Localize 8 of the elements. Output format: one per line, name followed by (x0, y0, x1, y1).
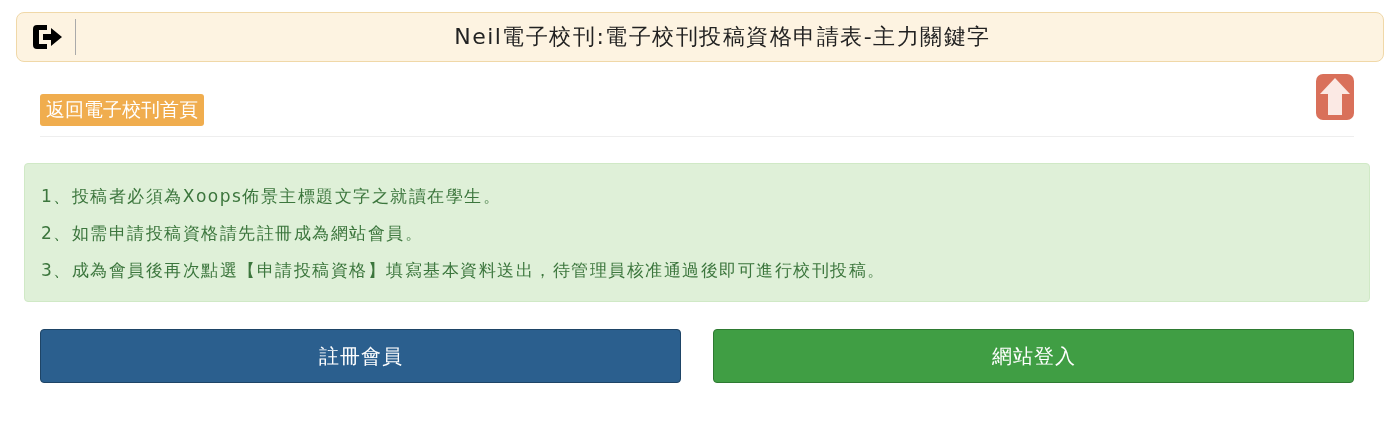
notice-text: 1、投稿者必須為Xoops佈景主標題文字之就讀在學生。 (41, 185, 503, 208)
notice-text: 2、如需申請投稿資格請先註冊成為網站會員。 (41, 222, 425, 245)
notice-text: 3、成為會員後再次點選【申請投稿資格】填寫基本資料送出，待管理員核准通過後即可進行校刊投稿。 (41, 259, 887, 282)
login-button[interactable]: 網站登入 (713, 329, 1354, 383)
back-home-link[interactable]: 返回電子校刊首頁 (40, 94, 204, 126)
register-button[interactable]: 註冊會員 (40, 329, 681, 383)
scroll-up-icon[interactable] (1316, 74, 1354, 120)
page-title: Neil電子校刊:電子校刊投稿資格申請表-主力關鍵字 (453, 23, 992, 51)
